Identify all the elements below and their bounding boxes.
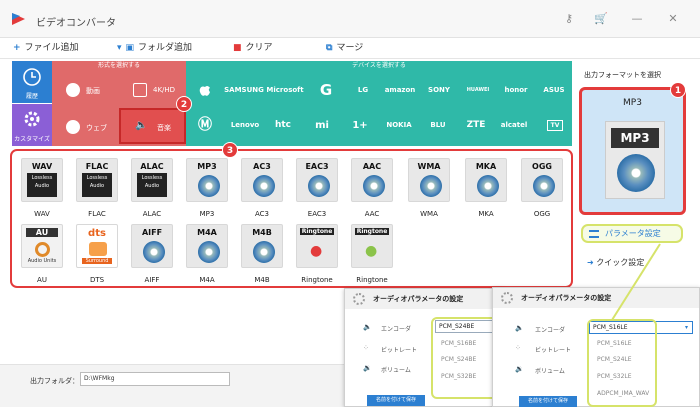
step-badge-1: 1 bbox=[670, 82, 686, 98]
callout-line bbox=[611, 243, 661, 321]
step-badge-2: 2 bbox=[176, 96, 192, 112]
step-badge-3: 3 bbox=[222, 142, 238, 158]
